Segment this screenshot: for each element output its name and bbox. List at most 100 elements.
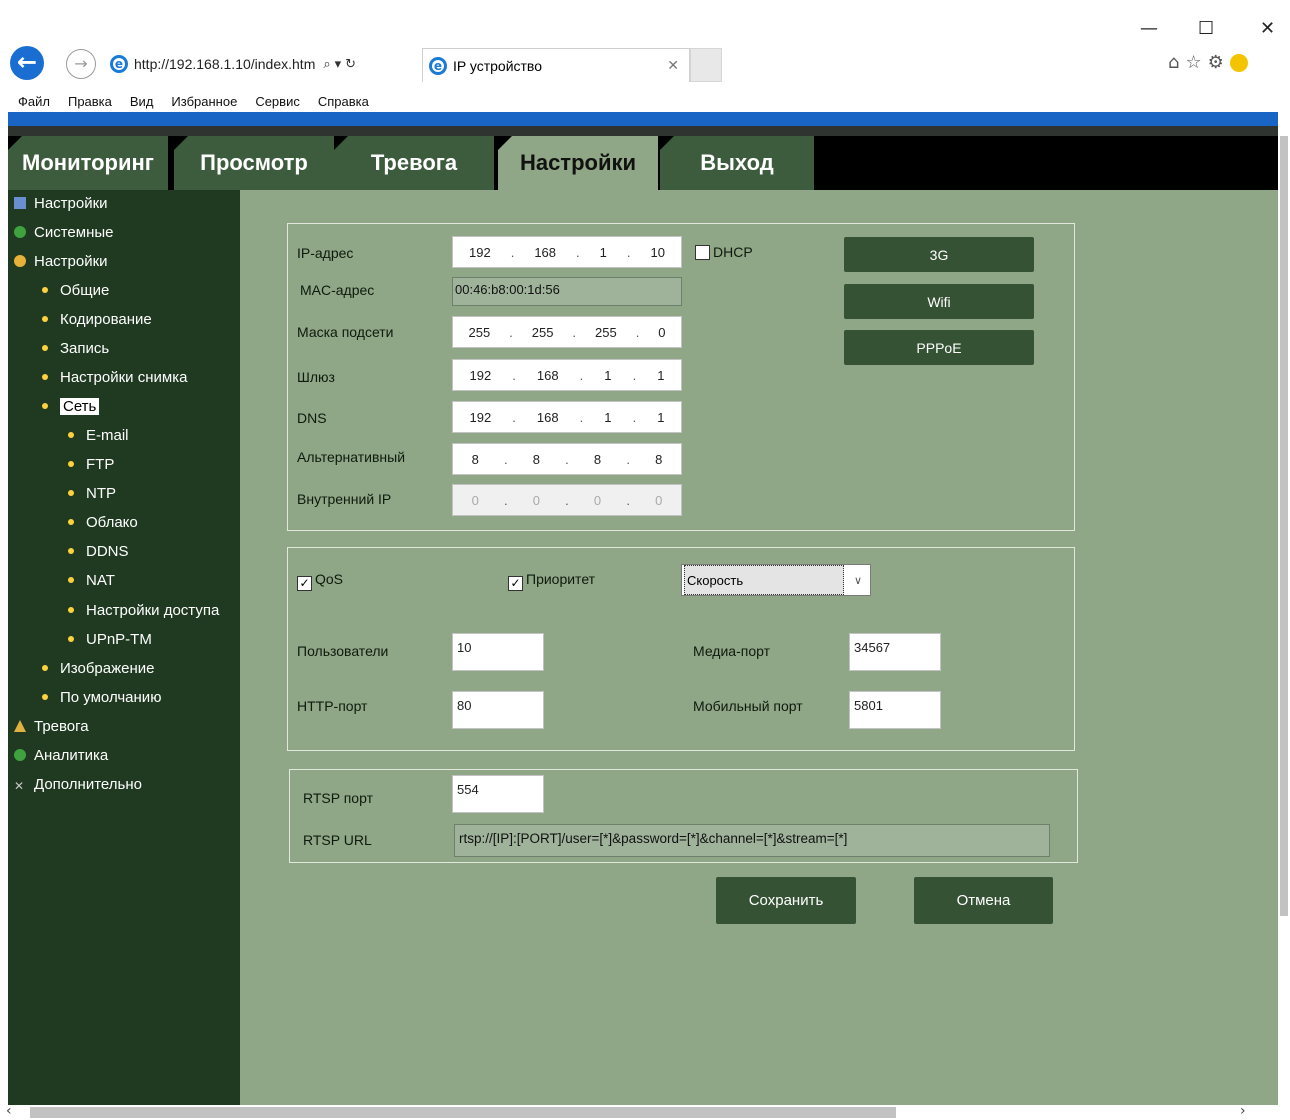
ip-address-field[interactable]: 192. 168. 1. 10 [452, 236, 682, 268]
chevron-down-icon[interactable]: ∨ [846, 574, 870, 587]
sidebar-item-upnp[interactable]: UPnP-TM [68, 629, 152, 651]
tab-playback[interactable]: Просмотр [174, 136, 334, 190]
qos-checkbox[interactable]: ✓ QoS [297, 571, 343, 591]
ip-octet[interactable]: 1 [604, 410, 611, 425]
mobile-port-input[interactable]: 5801 [849, 691, 941, 729]
sidebar-item-advanced[interactable]: ✕ Дополнительно [14, 774, 142, 796]
scroll-right-icon[interactable]: › [1240, 1103, 1246, 1119]
sidebar-item-ftp[interactable]: FTP [68, 454, 114, 476]
ip-octet[interactable]: 8 [533, 452, 540, 467]
sidebar-item-encoding[interactable]: Кодирование [42, 309, 152, 331]
ip-octet: 0 [532, 492, 540, 508]
menu-view[interactable]: Вид [130, 94, 154, 109]
subnet-mask-field[interactable]: 255. 255. 255. 0 [452, 316, 682, 348]
dhcp-checkbox[interactable]: DHCP [695, 244, 753, 260]
back-arrow-icon[interactable]: ← [10, 46, 44, 80]
forward-arrow-icon[interactable]: → [66, 49, 96, 79]
feedback-smiley-icon[interactable] [1229, 54, 1248, 72]
ip-octet[interactable]: 1 [600, 245, 607, 260]
sidebar-item-access[interactable]: Настройки доступа [68, 600, 219, 622]
tab-close-icon[interactable]: ✕ [667, 58, 679, 74]
sidebar-item-system[interactable]: Системные [14, 222, 113, 244]
priority-select-value[interactable]: Скорость [684, 565, 844, 595]
cancel-button[interactable]: Отмена [914, 877, 1053, 924]
menu-favorites[interactable]: Избранное [171, 94, 237, 109]
ip-octet[interactable]: 255 [468, 325, 490, 340]
ip-octet[interactable]: 255 [595, 325, 617, 340]
tab-alarm[interactable]: Тревога [334, 136, 494, 190]
new-tab-button[interactable] [690, 48, 722, 82]
rtsp-port-input[interactable]: 554 [452, 775, 544, 813]
media-port-input[interactable]: 34567 [849, 633, 941, 671]
maximize-icon[interactable]: ☐ [1198, 18, 1214, 39]
vertical-scrollbar[interactable] [1278, 112, 1290, 1105]
ip-octet[interactable]: 8 [472, 452, 479, 467]
menu-tools[interactable]: Сервис [255, 94, 300, 109]
ip-octet[interactable]: 8 [655, 452, 662, 467]
ip-octet[interactable]: 1 [604, 368, 611, 383]
address-bar[interactable]: e http://192.168.1.10/index.htm ⌕▾↻ [104, 48, 418, 80]
qos-check-icon[interactable]: ✓ [297, 576, 312, 591]
sidebar-item-cloud[interactable]: Облако [68, 512, 138, 534]
pppoe-button[interactable]: PPPoE [844, 330, 1034, 365]
sidebar-item-analytics[interactable]: Аналитика [14, 745, 108, 767]
sidebar-item-default[interactable]: По умолчанию [42, 687, 161, 709]
search-refresh-icon[interactable]: ⌕▾↻ [323, 57, 360, 72]
ip-octet[interactable]: 192 [470, 368, 492, 383]
ip-octet[interactable]: 192 [469, 245, 491, 260]
horizontal-scrollbar[interactable]: ‹ › [0, 1103, 1290, 1120]
tab-monitoring[interactable]: Мониторинг [8, 136, 168, 190]
menu-edit[interactable]: Правка [68, 94, 112, 109]
ip-octet[interactable]: 10 [651, 245, 665, 260]
sidebar-item-email[interactable]: E-mail [68, 425, 129, 447]
sidebar-item-general[interactable]: Общие [42, 280, 109, 302]
tab-settings[interactable]: Настройки [498, 136, 658, 190]
ip-octet[interactable]: 192 [470, 410, 492, 425]
sidebar-item-snapshot[interactable]: Настройки снимка [42, 367, 187, 389]
wifi-button[interactable]: Wifi [844, 284, 1034, 319]
http-port-input[interactable]: 80 [452, 691, 544, 729]
ip-octet[interactable]: 255 [532, 325, 554, 340]
sidebar-item-ddns[interactable]: DDNS [68, 541, 129, 563]
priority-checkbox[interactable]: ✓ Приоритет [508, 571, 595, 591]
sidebar-item-settings[interactable]: Настройки [14, 251, 108, 273]
sidebar-item-ntp[interactable]: NTP [68, 483, 116, 505]
settings-gear-icon[interactable]: ⚙ [1208, 52, 1230, 73]
sidebar-item-alarm[interactable]: Тревога [14, 716, 89, 738]
menu-help[interactable]: Справка [318, 94, 369, 109]
sidebar-item-record[interactable]: Запись [42, 338, 109, 360]
ip-octet[interactable]: 1 [657, 410, 664, 425]
browser-tool-icons[interactable]: ⌂☆⚙ [1168, 52, 1248, 73]
3g-button[interactable]: 3G [844, 237, 1034, 272]
vertical-scroll-thumb[interactable] [1280, 136, 1288, 916]
sidebar-item-image[interactable]: Изображение [42, 658, 155, 680]
sidebar-item-nat[interactable]: NAT [68, 570, 115, 592]
gateway-field[interactable]: 192. 168. 1. 1 [452, 359, 682, 391]
save-button[interactable]: Сохранить [716, 877, 856, 924]
tab-exit[interactable]: Выход [660, 136, 814, 190]
minimize-icon[interactable]: — [1140, 18, 1158, 39]
sidebar-item-network[interactable]: Сеть [42, 396, 100, 418]
url-text[interactable]: http://192.168.1.10/index.htm [134, 56, 315, 72]
sidebar-item-settings-root[interactable]: Настройки [14, 193, 108, 215]
home-icon[interactable]: ⌂ [1168, 52, 1185, 73]
users-input[interactable]: 10 [452, 633, 544, 671]
alt-dns-field[interactable]: 8.8.8.8 [452, 443, 682, 475]
rtsp-url-field: rtsp://[IP]:[PORT]/user=[*]&password=[*]… [454, 824, 1050, 857]
browser-tab[interactable]: e IP устройство ✕ [422, 48, 690, 82]
ip-octet[interactable]: 168 [537, 368, 559, 383]
menu-file[interactable]: Файл [18, 94, 50, 109]
priority-select[interactable]: Скорость ∨ [681, 564, 871, 596]
favorites-star-icon[interactable]: ☆ [1185, 52, 1207, 73]
priority-check-icon[interactable]: ✓ [508, 576, 523, 591]
ip-octet[interactable]: 8 [594, 452, 601, 467]
close-window-icon[interactable]: ✕ [1260, 18, 1275, 39]
horizontal-scroll-thumb[interactable] [30, 1107, 896, 1118]
scroll-left-icon[interactable]: ‹ [6, 1103, 12, 1119]
dns-field[interactable]: 192. 168. 1. 1 [452, 401, 682, 433]
ip-octet[interactable]: 168 [537, 410, 559, 425]
ip-octet[interactable]: 1 [657, 368, 664, 383]
dhcp-check-icon[interactable] [695, 245, 710, 260]
ip-octet[interactable]: 0 [658, 325, 665, 340]
ip-octet[interactable]: 168 [534, 245, 556, 260]
